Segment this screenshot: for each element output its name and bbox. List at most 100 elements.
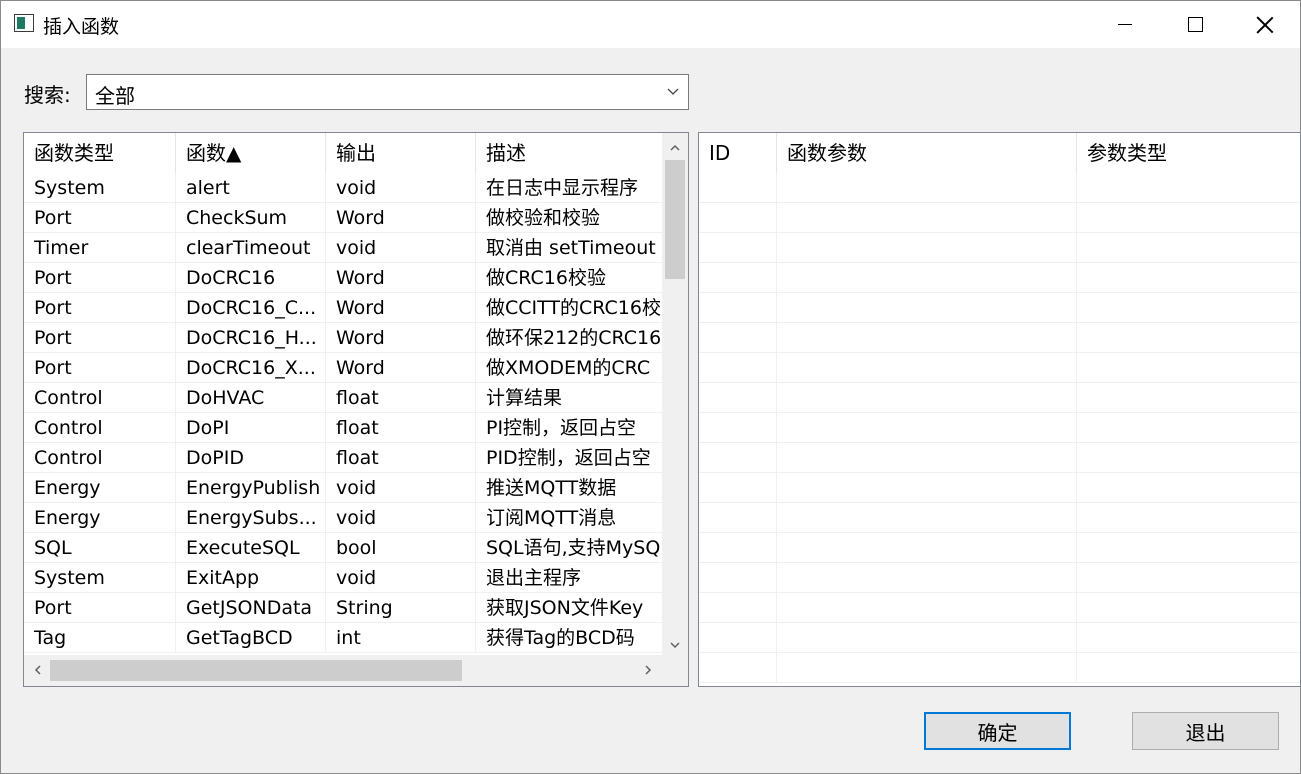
column-header-id[interactable]: ID — [699, 133, 777, 173]
empty-cell — [1077, 353, 1300, 383]
table-row[interactable] — [699, 563, 1300, 593]
table-row[interactable]: System alert void 在日志中显示程序 — [24, 173, 662, 203]
empty-cell — [1077, 233, 1300, 263]
scroll-right-icon[interactable] — [641, 663, 655, 677]
vertical-scrollbar[interactable] — [662, 133, 688, 655]
parameter-list[interactable]: ID 函数参数 参数类型 — [698, 132, 1301, 687]
table-row[interactable] — [699, 233, 1300, 263]
ok-button[interactable]: 确定 — [924, 712, 1071, 750]
table-row[interactable]: Port DoCRC16 Word 做CRC16校验 — [24, 263, 662, 293]
table-row[interactable]: SQL ExecuteSQL bool SQL语句,支持MySQ — [24, 533, 662, 563]
table-row[interactable] — [699, 653, 1300, 683]
cell-output: Word — [326, 263, 476, 293]
table-row[interactable] — [699, 443, 1300, 473]
table-row[interactable] — [699, 533, 1300, 563]
cell-output: void — [326, 233, 476, 263]
cell-function-type: System — [24, 563, 176, 593]
cell-description: PID控制，返回占空 — [476, 443, 662, 473]
minimize-button[interactable] — [1090, 1, 1160, 48]
cell-function-type: Port — [24, 353, 176, 383]
table-row[interactable]: Port CheckSum Word 做校验和校验 — [24, 203, 662, 233]
table-row[interactable] — [699, 323, 1300, 353]
cell-function-type: SQL — [24, 533, 176, 563]
table-row[interactable] — [699, 503, 1300, 533]
cell-function: EnergyPublish — [176, 473, 326, 503]
column-header-output[interactable]: 输出 — [326, 133, 476, 173]
table-row[interactable] — [699, 263, 1300, 293]
empty-cell — [699, 293, 777, 323]
empty-cell — [777, 653, 1077, 683]
cell-function: CheckSum — [176, 203, 326, 233]
empty-cell — [699, 443, 777, 473]
table-row[interactable] — [699, 353, 1300, 383]
cell-output: void — [326, 563, 476, 593]
table-row[interactable]: Control DoHVAC float 计算结果 — [24, 383, 662, 413]
empty-cell — [699, 653, 777, 683]
empty-cell — [699, 413, 777, 443]
table-row[interactable] — [699, 383, 1300, 413]
horizontal-scroll-thumb[interactable] — [50, 660, 462, 681]
empty-cell — [777, 203, 1077, 233]
function-list-header: 函数类型 函数▲ 输出 描述 — [24, 133, 662, 173]
empty-cell — [1077, 383, 1300, 413]
column-header-description[interactable]: 描述 — [476, 133, 662, 173]
table-row[interactable]: Control DoPID float PID控制，返回占空 — [24, 443, 662, 473]
empty-cell — [699, 383, 777, 413]
table-row[interactable]: Tag GetTagBCD int 获得Tag的BCD码 — [24, 623, 662, 653]
column-header-function-type[interactable]: 函数类型 — [24, 133, 176, 173]
scroll-down-icon[interactable] — [668, 638, 682, 652]
table-row[interactable]: Energy EnergySubs... void 订阅MQTT消息 — [24, 503, 662, 533]
horizontal-scrollbar[interactable] — [24, 655, 688, 686]
search-dropdown[interactable]: 全部 — [86, 74, 689, 110]
column-header-function[interactable]: 函数▲ — [176, 133, 326, 173]
scroll-up-icon[interactable] — [668, 141, 682, 155]
table-row[interactable]: Timer clearTimeout void 取消由 setTimeout — [24, 233, 662, 263]
function-list[interactable]: 函数类型 函数▲ 输出 描述 System alert void 在日志中显示程序 Po… — [23, 132, 689, 687]
table-row[interactable] — [699, 413, 1300, 443]
vertical-scroll-thumb[interactable] — [665, 160, 685, 279]
function-list-body: System alert void 在日志中显示程序 Port CheckSum Word 做… — [24, 173, 662, 653]
cell-description: 取消由 setTimeout — [476, 233, 662, 263]
empty-cell — [1077, 653, 1300, 683]
empty-cell — [1077, 263, 1300, 293]
column-header-parameter[interactable]: 函数参数 — [777, 133, 1077, 173]
cell-function-type: Timer — [24, 233, 176, 263]
cell-function: DoCRC16_X... — [176, 353, 326, 383]
empty-cell — [699, 353, 777, 383]
column-header-parameter-type[interactable]: 参数类型 — [1077, 133, 1300, 173]
empty-cell — [777, 173, 1077, 203]
table-row[interactable] — [699, 473, 1300, 503]
cell-function: ExecuteSQL — [176, 533, 326, 563]
empty-cell — [1077, 413, 1300, 443]
empty-cell — [777, 593, 1077, 623]
parameter-list-body — [699, 173, 1300, 686]
table-row[interactable]: Port DoCRC16_H... Word 做环保212的CRC16 — [24, 323, 662, 353]
empty-cell — [699, 323, 777, 353]
cell-function-type: System — [24, 173, 176, 203]
table-row[interactable] — [699, 173, 1300, 203]
table-row[interactable] — [699, 623, 1300, 653]
exit-button[interactable]: 退出 — [1132, 712, 1279, 750]
cell-function: DoCRC16 — [176, 263, 326, 293]
table-row[interactable] — [699, 293, 1300, 323]
empty-cell — [699, 533, 777, 563]
empty-cell — [777, 323, 1077, 353]
cell-output: Word — [326, 323, 476, 353]
minimize-icon — [1118, 24, 1132, 25]
table-row[interactable]: Control DoPI float PI控制，返回占空 — [24, 413, 662, 443]
table-row[interactable]: Port GetJSONData String 获取JSON文件Key — [24, 593, 662, 623]
empty-cell — [1077, 323, 1300, 353]
cell-function-type: Port — [24, 593, 176, 623]
scroll-left-icon[interactable] — [31, 663, 45, 677]
close-button[interactable] — [1230, 1, 1300, 48]
cell-description: 做XMODEM的CRC — [476, 353, 662, 383]
empty-cell — [777, 263, 1077, 293]
table-row[interactable]: Port DoCRC16_C... Word 做CCITT的CRC16校 — [24, 293, 662, 323]
table-row[interactable]: System ExitApp void 退出主程序 — [24, 563, 662, 593]
maximize-button[interactable] — [1160, 1, 1230, 48]
cell-function-type: Port — [24, 293, 176, 323]
table-row[interactable]: Port DoCRC16_X... Word 做XMODEM的CRC — [24, 353, 662, 383]
table-row[interactable] — [699, 203, 1300, 233]
table-row[interactable] — [699, 593, 1300, 623]
table-row[interactable]: Energy EnergyPublish void 推送MQTT数据 — [24, 473, 662, 503]
